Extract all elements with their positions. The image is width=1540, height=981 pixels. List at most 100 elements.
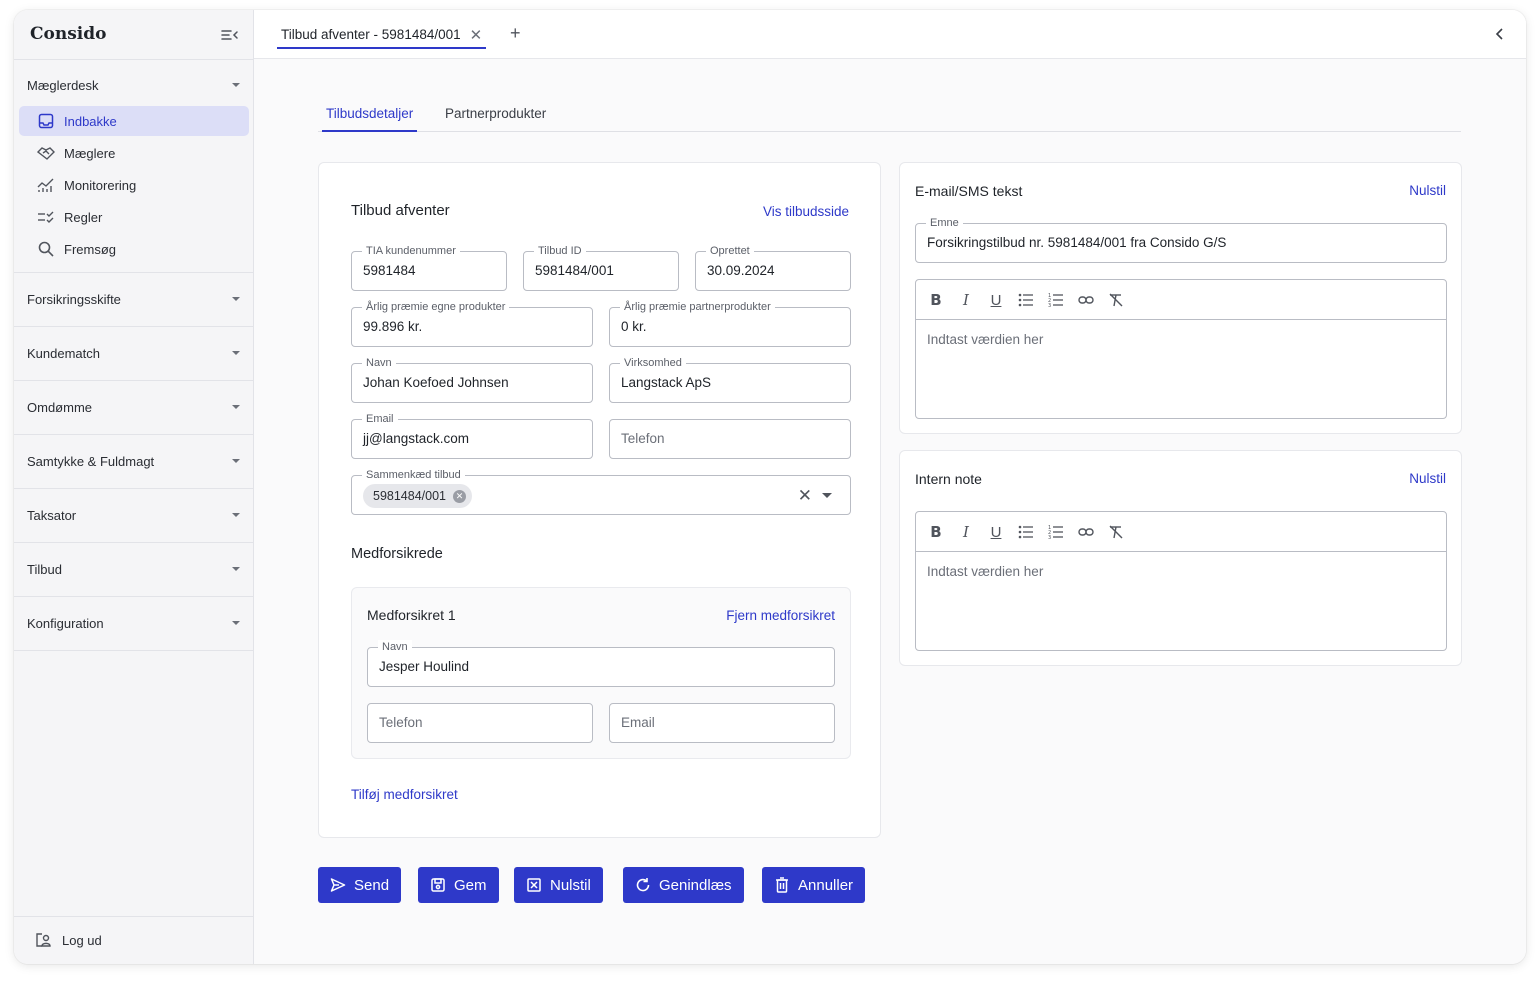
new-tab-icon[interactable]: + bbox=[510, 23, 521, 44]
sidebar-group-forsikringsskifte[interactable]: Forsikringsskifte bbox=[27, 288, 242, 310]
caret-down-icon bbox=[232, 405, 240, 409]
email-sms-card: E-mail/SMS tekst Nulstil Emne Forsikring… bbox=[899, 162, 1462, 434]
reset-button[interactable]: Nulstil bbox=[514, 867, 603, 903]
company-field[interactable]: Virksomhed Langstack ApS bbox=[609, 356, 851, 403]
note-editor[interactable]: B I U 123 Indtast værdien her bbox=[915, 511, 1447, 651]
sidebar: Consido Mæglerdesk Indbakke Mæglere Moni… bbox=[14, 10, 254, 964]
link-icon[interactable] bbox=[1076, 290, 1096, 310]
chart-icon bbox=[37, 176, 55, 194]
topbar: Tilbud afventer - 5981484/001 ✕ + bbox=[254, 10, 1526, 59]
clear-format-icon[interactable] bbox=[1106, 290, 1126, 310]
svg-text:3: 3 bbox=[1048, 535, 1051, 539]
sidebar-group-konfiguration[interactable]: Konfiguration bbox=[27, 612, 242, 634]
email-editor[interactable]: B I U 123 Indtast værdien her bbox=[915, 279, 1447, 419]
add-coinsured-link[interactable]: Tilføj medforsikret bbox=[351, 787, 458, 802]
detail-tabs: Tilbudsdetaljer Partnerprodukter bbox=[318, 106, 1461, 132]
caret-down-icon bbox=[232, 297, 240, 301]
coinsured-email-field[interactable]: Email bbox=[609, 703, 835, 743]
phone-field[interactable]: Telefon bbox=[609, 419, 851, 459]
numbered-list-icon[interactable]: 123 bbox=[1046, 522, 1066, 542]
close-tab-icon[interactable]: ✕ bbox=[470, 26, 483, 44]
underline-icon[interactable]: U bbox=[986, 290, 1006, 310]
numbered-list-icon[interactable]: 123 bbox=[1046, 290, 1066, 310]
save-button[interactable]: Gem bbox=[418, 867, 499, 903]
email-sms-title: E-mail/SMS tekst bbox=[915, 183, 1023, 199]
sidebar-item-fremsoeg[interactable]: Fremsøg bbox=[19, 234, 249, 264]
sidebar-divider bbox=[14, 434, 253, 435]
caret-down-icon bbox=[232, 621, 240, 625]
sidebar-group-samtykke-fuldmagt[interactable]: Samtykke & Fuldmagt bbox=[27, 450, 242, 472]
email-reset-link[interactable]: Nulstil bbox=[1409, 183, 1446, 198]
coinsured-name-field[interactable]: Navn Jesper Houlind bbox=[367, 640, 835, 687]
reset-icon bbox=[526, 877, 542, 893]
clear-format-icon[interactable] bbox=[1106, 522, 1126, 542]
coinsured-heading: Medforsikrede bbox=[351, 546, 443, 562]
caret-down-icon bbox=[232, 567, 240, 571]
document-tab[interactable]: Tilbud afventer - 5981484/001 ✕ bbox=[277, 22, 487, 49]
offer-card: Tilbud afventer Vis tilbudsside TIA kund… bbox=[318, 162, 881, 838]
save-icon bbox=[430, 877, 446, 893]
name-field[interactable]: Navn Johan Koefoed Johnsen bbox=[351, 356, 593, 403]
sidebar-item-indbakke[interactable]: Indbakke bbox=[19, 106, 249, 136]
app-window: Consido Mæglerdesk Indbakke Mæglere Moni… bbox=[14, 10, 1526, 964]
sidebar-group-omdoemme[interactable]: Omdømme bbox=[27, 396, 242, 418]
email-field[interactable]: Email jj@langstack.com bbox=[351, 412, 593, 459]
italic-icon[interactable]: I bbox=[956, 522, 976, 542]
bold-icon[interactable]: B bbox=[926, 290, 946, 310]
caret-down-icon bbox=[232, 83, 240, 87]
sidebar-item-regler[interactable]: Regler bbox=[19, 202, 249, 232]
refresh-icon bbox=[635, 877, 651, 893]
remove-coinsured-link[interactable]: Fjern medforsikret bbox=[726, 608, 835, 623]
premium-own-field[interactable]: Årlig præmie egne produkter 99.896 kr. bbox=[351, 300, 593, 347]
remove-chip-icon[interactable]: ✕ bbox=[453, 490, 466, 503]
linked-offer-select[interactable]: Sammenkæd tilbud 5981484/001 ✕ ✕ bbox=[351, 468, 851, 515]
internal-note-title: Intern note bbox=[915, 471, 982, 487]
handshake-icon bbox=[37, 144, 55, 162]
tia-field[interactable]: TIA kundenummer 5981484 bbox=[351, 244, 507, 291]
sidebar-group-tilbud[interactable]: Tilbud bbox=[27, 558, 242, 580]
note-reset-link[interactable]: Nulstil bbox=[1409, 471, 1446, 486]
logout-button[interactable]: Log ud bbox=[34, 928, 102, 952]
sidebar-group-kundematch[interactable]: Kundematch bbox=[27, 342, 242, 364]
linked-offer-chip: 5981484/001 ✕ bbox=[363, 484, 472, 508]
bullet-list-icon[interactable] bbox=[1016, 290, 1036, 310]
premium-partner-field[interactable]: Årlig præmie partnerprodukter 0 kr. bbox=[609, 300, 851, 347]
caret-down-icon bbox=[232, 513, 240, 517]
subject-field[interactable]: Emne Forsikringstilbud nr. 5981484/001 f… bbox=[915, 216, 1447, 263]
offer-title: Tilbud afventer bbox=[351, 202, 450, 219]
tab-tilbudsdetaljer[interactable]: Tilbudsdetaljer bbox=[322, 106, 418, 132]
sidebar-group-taksator[interactable]: Taksator bbox=[27, 504, 242, 526]
sidebar-item-monitorering[interactable]: Monitorering bbox=[19, 170, 249, 200]
sidebar-divider bbox=[14, 272, 253, 273]
send-button[interactable]: Send bbox=[318, 867, 402, 903]
chevron-down-icon[interactable] bbox=[822, 493, 832, 498]
collapse-sidebar-icon[interactable] bbox=[220, 26, 240, 44]
italic-icon[interactable]: I bbox=[956, 290, 976, 310]
sidebar-item-maeglere[interactable]: Mæglere bbox=[19, 138, 249, 168]
svg-text:3: 3 bbox=[1048, 303, 1051, 307]
bullet-list-icon[interactable] bbox=[1016, 522, 1036, 542]
reload-button[interactable]: Genindlæs bbox=[623, 867, 744, 903]
sidebar-divider bbox=[14, 650, 253, 651]
tab-partnerprodukter[interactable]: Partnerprodukter bbox=[441, 106, 550, 132]
rules-icon bbox=[37, 208, 55, 226]
link-icon[interactable] bbox=[1076, 522, 1096, 542]
view-offer-link[interactable]: Vis tilbudsside bbox=[763, 204, 849, 219]
sidebar-group-maeglerdesk[interactable]: Mæglerdesk bbox=[27, 74, 242, 96]
bold-icon[interactable]: B bbox=[926, 522, 946, 542]
cancel-button[interactable]: Annuller bbox=[762, 867, 866, 903]
caret-down-icon bbox=[232, 459, 240, 463]
underline-icon[interactable]: U bbox=[986, 522, 1006, 542]
sidebar-divider bbox=[14, 380, 253, 381]
clear-icon[interactable]: ✕ bbox=[798, 486, 812, 506]
offer-id-field[interactable]: Tilbud ID 5981484/001 bbox=[523, 244, 679, 291]
coinsured-title: Medforsikret 1 bbox=[367, 607, 456, 623]
editor-toolbar: B I U 123 bbox=[916, 280, 1446, 320]
caret-down-icon bbox=[232, 351, 240, 355]
main-content: Tilbud afventer - 5981484/001 ✕ + Tilbud… bbox=[254, 10, 1526, 964]
sidebar-divider bbox=[14, 542, 253, 543]
chevron-left-icon[interactable] bbox=[1492, 26, 1508, 42]
internal-note-card: Intern note Nulstil B I U 123 Indtast væ… bbox=[899, 450, 1462, 666]
created-date-field[interactable]: Oprettet 30.09.2024 bbox=[695, 244, 851, 291]
coinsured-phone-field[interactable]: Telefon bbox=[367, 703, 593, 743]
